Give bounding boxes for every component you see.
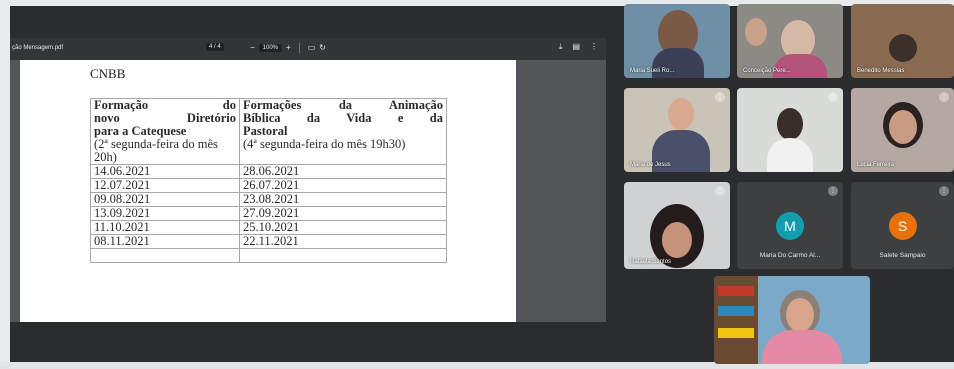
- participant-tile[interactable]: Conceição Pere...: [737, 4, 843, 78]
- table-row-empty: [90, 248, 447, 263]
- table-cell: 22.11.2021: [239, 234, 447, 249]
- table-row: 12.07.2021 26.07.2021: [90, 178, 447, 193]
- participant-name: Maria de Jesus: [630, 162, 671, 168]
- participant-tile[interactable]: ⋮ Lucia Ferreira: [851, 88, 954, 172]
- table-cell: 12.07.2021: [90, 178, 240, 193]
- toolbar-actions: ⤓ ▤ ⋮: [559, 43, 598, 51]
- pdf-file-name: ção Mensagem.pdf: [12, 45, 64, 51]
- zoom-out-icon[interactable]: −: [250, 44, 255, 52]
- toolbar-divider: [298, 43, 300, 53]
- table-cell: [90, 248, 240, 263]
- mic-off-icon: ⋮: [828, 92, 838, 102]
- bookshelf-books: [718, 306, 754, 316]
- table-row: 11.10.2021 25.10.2021: [90, 220, 447, 235]
- table-cell: 28.06.2021: [239, 164, 447, 179]
- zoom-in-icon[interactable]: +: [286, 44, 291, 52]
- table-row: 08.11.2021 22.11.2021: [90, 234, 447, 249]
- page-number-field[interactable]: 4 / 4: [206, 43, 224, 51]
- header-note: (2ª segunda-feira do mês 20h): [94, 137, 218, 164]
- more-options-icon[interactable]: ⋮: [590, 43, 598, 51]
- participant-tile[interactable]: M ⋮ Maria Do Carmo Al...: [737, 182, 843, 269]
- mic-off-icon: ⋮: [828, 186, 838, 196]
- participant-tile[interactable]: Benedito Messias: [851, 4, 954, 78]
- print-icon[interactable]: ▤: [572, 43, 580, 51]
- table-header-row: Formação do novo Diretório para a Catequ…: [90, 98, 447, 165]
- bookshelf-books: [718, 328, 754, 338]
- participant-video-body: [762, 330, 842, 364]
- table-cell: 09.08.2021: [90, 192, 240, 207]
- participant-video: [662, 222, 692, 258]
- participant-video: [889, 34, 917, 62]
- table-cell: 13.09.2021: [90, 206, 240, 221]
- participant-video: [889, 110, 917, 144]
- self-view-tile[interactable]: [714, 276, 870, 364]
- mic-off-icon: ⋮: [939, 186, 949, 196]
- participant-tile[interactable]: ⋮ Maria de Jesus: [624, 88, 730, 172]
- avatar: M: [776, 212, 804, 240]
- participant-video: [777, 108, 803, 140]
- participant-video: [786, 298, 814, 332]
- participant-name: Benedito Messias: [857, 68, 905, 74]
- download-icon[interactable]: ⤓: [559, 43, 563, 51]
- table-cell: 27.09.2021: [239, 206, 447, 221]
- table-row: 13.09.2021 27.09.2021: [90, 206, 447, 221]
- participant-tile[interactable]: S ⋮ Salete Sampaio: [851, 182, 954, 269]
- page-heading: CNBB: [90, 66, 126, 81]
- schedule-table: Formação do novo Diretório para a Catequ…: [90, 98, 447, 263]
- participant-name: Lucia Ferreira: [857, 162, 895, 168]
- participant-video-body: [773, 54, 827, 78]
- participant-name: Maria Sueli Ro...: [630, 68, 675, 74]
- participant-name: Maria Do Carmo Al...: [759, 252, 821, 259]
- fit-page-icon[interactable]: ▭: [308, 44, 316, 52]
- table-cell: 11.10.2021: [90, 220, 240, 235]
- mic-off-icon: ⋮: [715, 186, 725, 196]
- participant-video: [668, 98, 694, 130]
- participant-tile[interactable]: Maria Sueli Ro...: [624, 4, 730, 78]
- participant-name: Salete Sampaio: [879, 252, 926, 259]
- table-cell: 26.07.2021: [239, 178, 447, 193]
- participant-video: [745, 18, 767, 46]
- table-cell: 23.08.2021: [239, 192, 447, 207]
- table-row: 09.08.2021 23.08.2021: [90, 192, 447, 207]
- zoom-field[interactable]: 100%: [258, 44, 283, 52]
- header-cell-catequese: Formação do novo Diretório para a Catequ…: [90, 98, 240, 165]
- rotate-icon[interactable]: ↻: [319, 44, 326, 52]
- pdf-viewer: ção Mensagem.pdf 4 / 4 − 100% + ▭ ↻ ⤓ ▤ …: [10, 38, 606, 322]
- table-cell: 08.11.2021: [90, 234, 240, 249]
- header-cell-animacao: Formações da Animação Bíblica da Vida e …: [239, 98, 447, 165]
- zoom-controls: − 100% + ▭ ↻: [250, 43, 326, 53]
- pdf-page: CNBB Formação do novo Diretório para a C…: [20, 60, 516, 322]
- screen-frame-left: [0, 0, 10, 369]
- table-cell: [239, 248, 447, 263]
- bookshelf-books: [718, 286, 754, 296]
- participant-tile[interactable]: ⋮: [737, 88, 843, 172]
- participant-name: Rafaela Santos: [630, 259, 672, 265]
- table-cell: 25.10.2021: [239, 220, 447, 235]
- mic-off-icon: ⋮: [939, 92, 949, 102]
- pdf-toolbar: ção Mensagem.pdf 4 / 4 − 100% + ▭ ↻ ⤓ ▤ …: [10, 38, 606, 60]
- avatar: S: [888, 212, 917, 240]
- header-note: (4ª segunda-feira do mês 19h30): [243, 137, 406, 151]
- table-row: 14.06.2021 28.06.2021: [90, 164, 447, 179]
- participant-name: Conceição Pere...: [743, 68, 791, 74]
- participant-video-body: [767, 138, 813, 172]
- mic-off-icon: ⋮: [715, 92, 725, 102]
- table-cell: 14.06.2021: [90, 164, 240, 179]
- page-navigator: 4 / 4: [206, 43, 224, 51]
- participant-tile[interactable]: ⋮ Rafaela Santos: [624, 182, 730, 269]
